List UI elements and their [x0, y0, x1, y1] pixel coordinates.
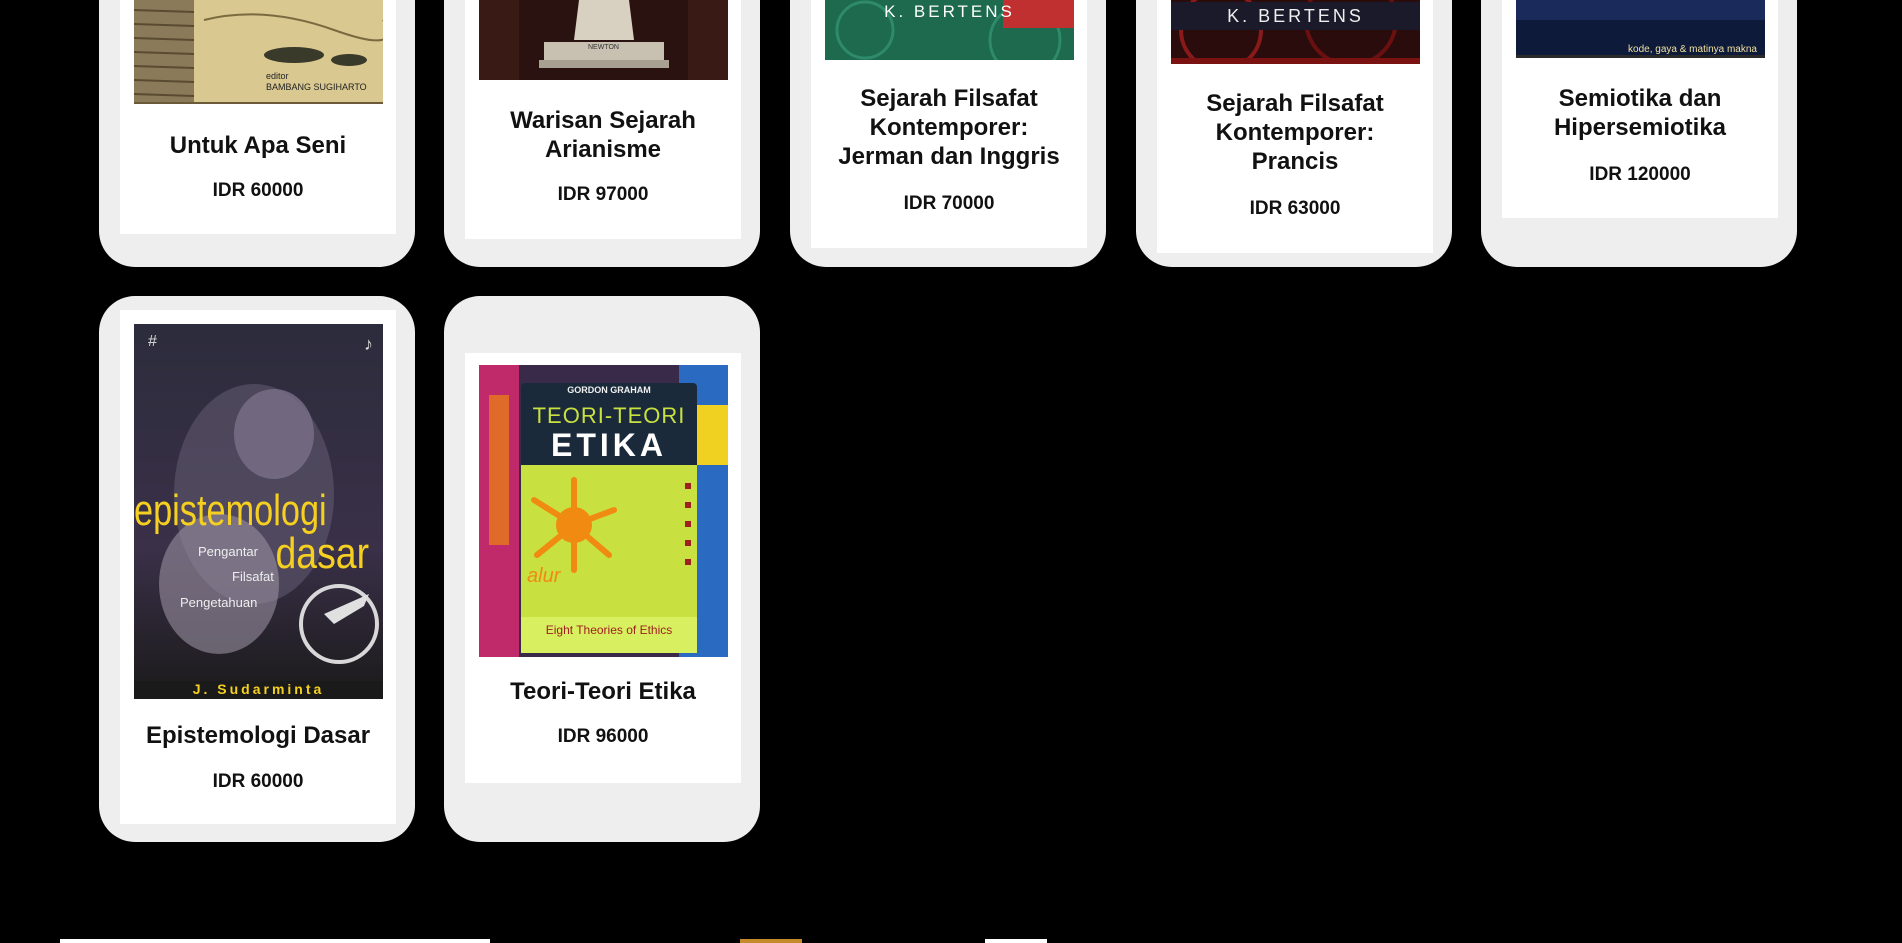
- bottom-divider: [985, 939, 1047, 943]
- cover-subtitle: Pengantar: [198, 544, 258, 559]
- product-title[interactable]: Warisan Sejarah Arianisme: [465, 106, 741, 164]
- cover-author: GORDON GRAHAM: [567, 385, 651, 395]
- product-card[interactable]: K. BERTENS Sejarah Filsafat Kontemporer:…: [1136, 0, 1452, 267]
- cover-subtitle: Pengetahuan: [180, 595, 258, 610]
- cover-title-word1: epistemologi: [134, 486, 327, 535]
- product-card-inner: editor BAMBANG SUGIHARTO Untuk Apa Seni …: [120, 0, 396, 234]
- cover-text: K. BERTENS: [884, 2, 1015, 21]
- product-card[interactable]: kode, gaya & matinya makna Semiotika dan…: [1481, 0, 1797, 267]
- book-cover-image[interactable]: GORDON GRAHAM TEORI-TEORI ETIKA alur Eig…: [479, 365, 728, 657]
- svg-text:#: #: [148, 333, 157, 350]
- product-title[interactable]: Sejarah Filsafat Kontemporer: Prancis: [1157, 89, 1433, 176]
- product-price: IDR 63000: [1249, 198, 1341, 219]
- book-cover-image[interactable]: NEWTON: [479, 0, 728, 80]
- product-price: IDR 60000: [212, 771, 304, 792]
- cover-subtitle: Filsafat: [232, 569, 274, 584]
- product-card-inner: GORDON GRAHAM TEORI-TEORI ETIKA alur Eig…: [465, 353, 741, 783]
- book-cover-image[interactable]: K. BERTENS: [1171, 0, 1420, 64]
- product-grid-page: editor BAMBANG SUGIHARTO Untuk Apa Seni …: [0, 0, 1902, 943]
- cover-title-line2: ETIKA: [551, 427, 667, 463]
- product-card[interactable]: K. BERTENS Sejarah Filsafat Kontemporer:…: [790, 0, 1106, 267]
- product-card-inner: kode, gaya & matinya makna Semiotika dan…: [1502, 0, 1778, 218]
- product-title[interactable]: Semiotika dan Hipersemiotika: [1502, 84, 1778, 142]
- book-cover-image[interactable]: K. BERTENS: [825, 0, 1074, 60]
- cover-subtitle: Eight Theories of Ethics: [545, 623, 673, 637]
- product-title[interactable]: Untuk Apa Seni: [120, 131, 396, 160]
- cover-mark: alur: [527, 565, 561, 587]
- product-price: IDR 70000: [903, 193, 995, 214]
- cover-text: kode, gaya & matinya makna: [1628, 44, 1757, 55]
- product-title[interactable]: Sejarah Filsafat Kontemporer: Jerman dan…: [811, 84, 1087, 171]
- book-cover-image[interactable]: # ♪ epistemologi dasar Pengantar Filsafa…: [134, 324, 383, 699]
- product-price: IDR 120000: [1589, 164, 1691, 185]
- cover-text: NEWTON: [588, 44, 619, 51]
- product-price: IDR 96000: [557, 726, 649, 747]
- product-price: IDR 60000: [212, 180, 304, 201]
- product-title[interactable]: Teori-Teori Etika: [465, 677, 741, 706]
- product-card-inner: # ♪ epistemologi dasar Pengantar Filsafa…: [120, 310, 396, 824]
- product-card[interactable]: NEWTON Warisan Sejarah Arianisme IDR 970…: [444, 0, 760, 267]
- svg-text:♪: ♪: [364, 334, 373, 354]
- cover-title-word2: dasar: [275, 529, 369, 578]
- bottom-divider: [60, 939, 490, 943]
- product-card[interactable]: GORDON GRAHAM TEORI-TEORI ETIKA alur Eig…: [444, 296, 760, 842]
- product-card-inner: K. BERTENS Sejarah Filsafat Kontemporer:…: [811, 0, 1087, 248]
- product-card[interactable]: # ♪ epistemologi dasar Pengantar Filsafa…: [99, 296, 415, 842]
- cover-title-line1: TEORI-TEORI: [532, 403, 686, 428]
- product-card[interactable]: editor BAMBANG SUGIHARTO Untuk Apa Seni …: [99, 0, 415, 267]
- cover-text: editor BAMBANG SUGIHARTO: [266, 71, 367, 92]
- bottom-divider: [740, 939, 802, 943]
- book-cover-image[interactable]: kode, gaya & matinya makna: [1516, 0, 1765, 58]
- book-cover-image[interactable]: editor BAMBANG SUGIHARTO: [134, 0, 383, 104]
- product-card-inner: K. BERTENS Sejarah Filsafat Kontemporer:…: [1157, 0, 1433, 253]
- product-title[interactable]: Epistemologi Dasar: [120, 721, 396, 750]
- product-card-inner: NEWTON Warisan Sejarah Arianisme IDR 970…: [465, 0, 741, 239]
- cover-author: J. Sudarminta: [192, 681, 325, 697]
- cover-text: K. BERTENS: [1227, 6, 1364, 26]
- product-price: IDR 97000: [557, 184, 649, 205]
